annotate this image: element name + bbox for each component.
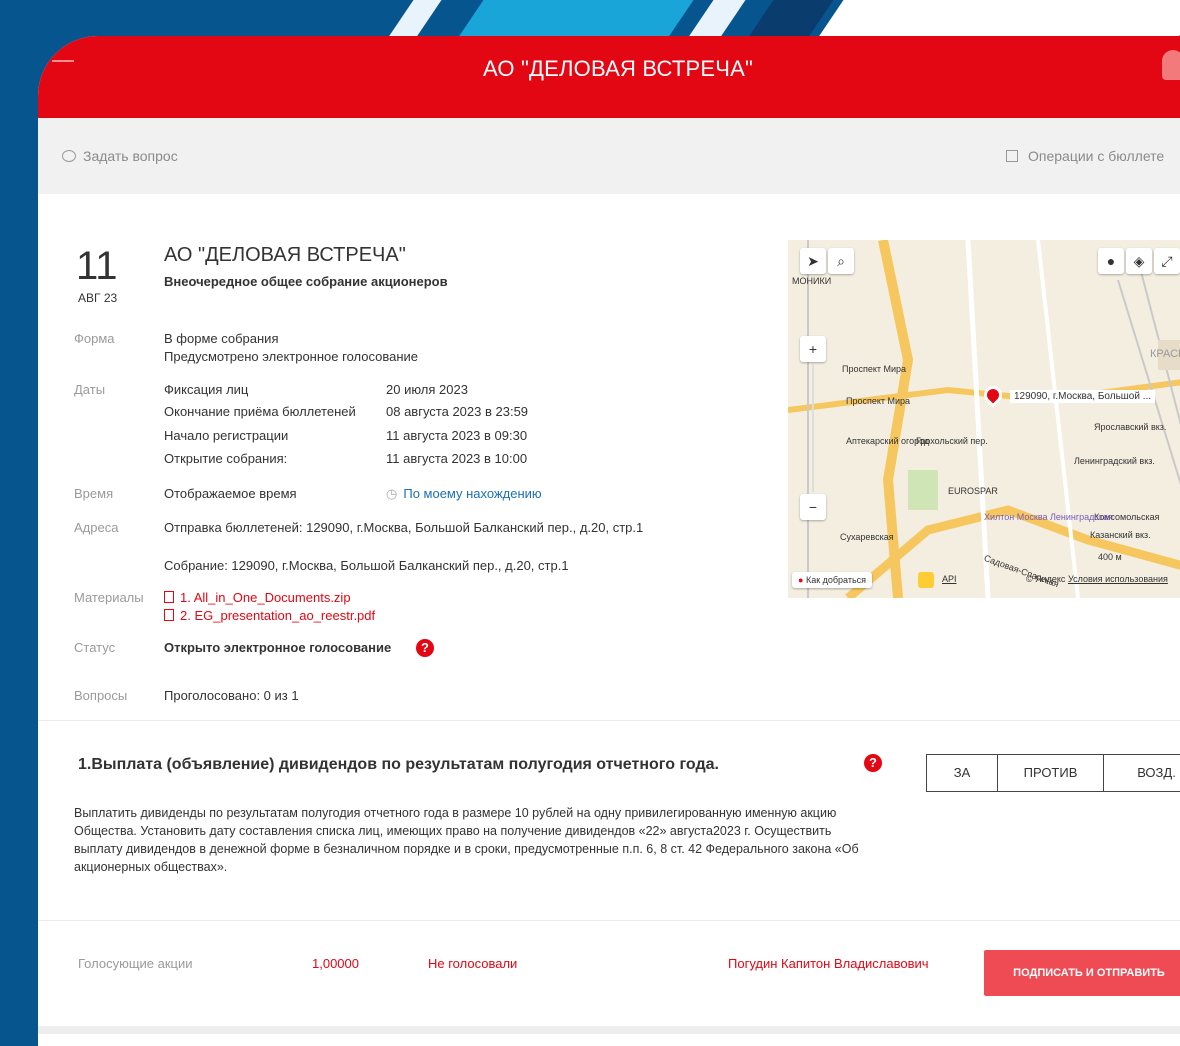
section-divider	[38, 720, 1180, 721]
material-link[interactable]: 2. EG_presentation_ao_reestr.pdf	[164, 608, 375, 623]
frame-stripe	[816, 0, 1180, 40]
meeting-month-year: АВГ 23	[78, 291, 118, 305]
map-label: Казанский вкз.	[1090, 530, 1151, 540]
date-name: Начало регистрации	[164, 428, 289, 443]
file-icon	[164, 591, 174, 603]
traffic-icon[interactable]: ●	[1098, 248, 1124, 274]
route-button[interactable]: ● Как добраться	[792, 572, 873, 588]
map-label: EUROSPAR	[948, 486, 998, 496]
section-divider	[38, 920, 1180, 921]
route-pin-icon: ●	[798, 575, 804, 585]
zoom-out-button[interactable]: −	[800, 494, 826, 520]
layers-icon[interactable]: ◈	[1126, 248, 1152, 274]
map-scale: 400 м	[1098, 552, 1122, 562]
signer-name: Погудин Капитон Владиславович	[728, 956, 929, 971]
status-label: Статус	[74, 640, 116, 655]
address-label: Адреса	[74, 520, 119, 535]
materials-label: Материалы	[74, 590, 144, 605]
question-body: Выплатить дивиденды по результатам полуг…	[74, 806, 859, 874]
api-link[interactable]: API	[942, 574, 957, 584]
map-label: КРАСНО	[1150, 348, 1180, 360]
map-label: Хилтон Москва Ленинградская	[984, 512, 1113, 522]
date-value: 20 июля 2023	[386, 382, 468, 397]
document-icon	[1006, 150, 1018, 162]
map-label: Сухаревская	[840, 532, 894, 542]
vote-against-button[interactable]: ПРОТИВ	[997, 754, 1104, 792]
address-meeting: Собрание: 129090, г.Москва, Большой Балк…	[164, 558, 569, 573]
address-send: Отправка бюллетеней: 129090, г.Москва, Б…	[164, 520, 644, 535]
ask-question-button[interactable]: Задать вопрос	[62, 148, 178, 164]
map-label: Проспект Мира	[846, 396, 911, 406]
organization-title: АО "ДЕЛОВАЯ ВСТРЕЧА"	[164, 244, 406, 266]
status-value: Открыто электронное голосование	[164, 640, 392, 655]
bell-icon[interactable]	[1162, 50, 1180, 80]
shares-value: 1,00000	[312, 956, 359, 971]
zoom-slider[interactable]	[812, 364, 814, 492]
date-value: 11 августа 2023 в 10:00	[386, 451, 528, 466]
app-title: АО "ДЕЛОВАЯ ВСТРЕЧА"	[483, 56, 753, 81]
form-label: Форма	[74, 331, 115, 346]
dates-label: Даты	[74, 382, 106, 397]
ballot-operations-label: Операции с бюллете	[1028, 148, 1165, 164]
time-text: Отображаемое время	[164, 486, 297, 501]
map-label: Ярославский вкз.	[1094, 422, 1167, 432]
map-copyright: © Яндекс	[1026, 574, 1066, 584]
map-terms-link[interactable]: Условия использования	[1068, 574, 1168, 584]
questions-label: Вопросы	[74, 688, 128, 703]
vote-for-button[interactable]: ЗА	[926, 754, 998, 792]
fullscreen-icon[interactable]: ⤢	[1154, 248, 1180, 274]
map-label: Проспект Мира	[842, 364, 907, 374]
form-line: В форме собрания	[164, 331, 279, 346]
timezone-link-label: По моему нахождению	[403, 486, 542, 501]
zoom-in-button[interactable]: +	[800, 336, 826, 362]
map[interactable]: ➤ ⌕ + − ● ◈ ⤢ МОНИКИ Проспект Мира Просп…	[788, 240, 1180, 598]
map-label: Ленинградский вкз.	[1074, 456, 1155, 466]
date-value: 08 августа 2023 в 23:59	[386, 404, 529, 419]
vote-status: Не голосовали	[428, 956, 518, 971]
frame-stripe	[456, 0, 694, 40]
meeting-day: 11	[76, 244, 118, 288]
date-name: Открытие собрания:	[164, 451, 288, 466]
file-icon	[164, 609, 174, 621]
app-header: АО "ДЕЛОВАЯ ВСТРЕЧА"	[38, 36, 1180, 118]
map-label: МОНИКИ	[792, 276, 832, 286]
toolbar: Задать вопрос Операции с бюллете	[38, 118, 1180, 194]
locate-icon[interactable]: ➤	[800, 248, 826, 274]
vote-abstain-button[interactable]: ВОЗД.	[1103, 754, 1180, 792]
map-background	[788, 240, 1180, 598]
material-link-label: 1. All_in_One_Documents.zip	[180, 590, 351, 605]
timezone-link[interactable]: ◷ По моему нахождению	[386, 486, 542, 502]
shares-label: Голосующие акции	[78, 956, 193, 971]
question-title: 1.Выплата (объявление) дивидендов по рез…	[78, 756, 719, 773]
material-link[interactable]: 1. All_in_One_Documents.zip	[164, 590, 351, 605]
questions-value: Проголосовано: 0 из 1	[164, 688, 299, 703]
search-icon[interactable]: ⌕	[828, 248, 854, 274]
route-button-label: Как добраться	[805, 575, 867, 585]
time-label: Время	[74, 486, 114, 501]
date-name: Фиксация лиц	[164, 382, 249, 397]
yandex-logo	[918, 572, 934, 588]
map-label: Грохольский пер.	[916, 436, 988, 446]
clock-icon: ◷	[386, 486, 398, 501]
help-icon[interactable]: ?	[416, 639, 434, 657]
map-pin-label: 129090, г.Москва, Большой ...	[1010, 390, 1156, 403]
help-icon[interactable]: ?	[864, 754, 882, 772]
date-value: 11 августа 2023 в 09:30	[386, 428, 528, 443]
frame-stripe	[386, 0, 442, 40]
material-link-label: 2. EG_presentation_ao_reestr.pdf	[180, 608, 376, 623]
ballot-operations-button[interactable]: Операции с бюллете	[1006, 148, 1164, 164]
vote-options: ЗА ПРОТИВ ВОЗД.	[926, 754, 1180, 792]
bottom-border	[38, 1026, 1180, 1034]
chat-bubble-icon	[62, 150, 76, 162]
frame-stripe	[686, 0, 746, 40]
app-screen: АО "ДЕЛОВАЯ ВСТРЕЧА" Задать вопрос Опера…	[38, 36, 1180, 1046]
form-line: Предусмотрено электронное голосование	[164, 349, 419, 364]
meeting-type: Внеочередное общее собрание акционеров	[164, 274, 448, 289]
ask-question-label: Задать вопрос	[83, 148, 178, 164]
date-name: Окончание приёма бюллетеней	[164, 404, 356, 419]
sign-and-send-button[interactable]: ПОДПИСАТЬ И ОТПРАВИТЬ	[984, 950, 1180, 996]
